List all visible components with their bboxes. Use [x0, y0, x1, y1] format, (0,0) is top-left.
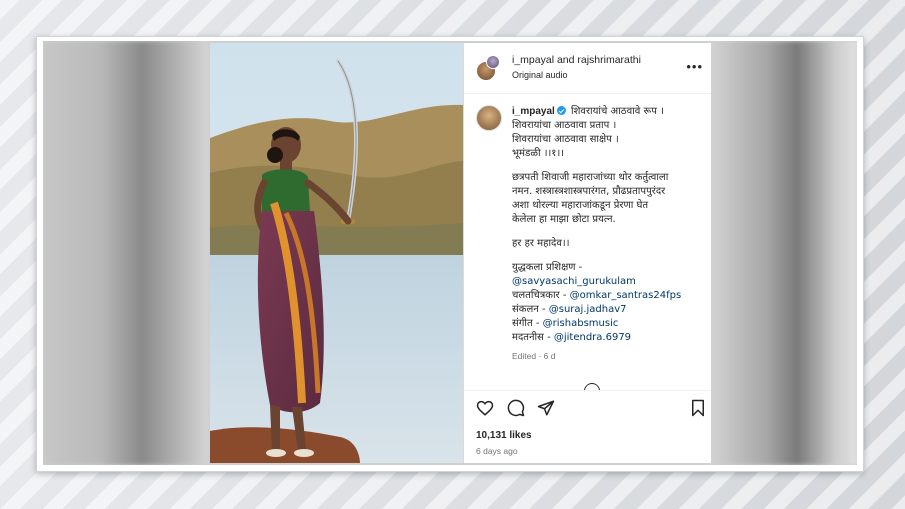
caption-username[interactable]: i_mpayal: [512, 106, 555, 117]
mention-link[interactable]: @jitendra.6979: [554, 332, 631, 343]
likes-count[interactable]: 10,131 likes: [476, 430, 532, 441]
caption-line: नमन. शस्त्रास्त्रशास्त्रपारंगत, प्रौढप्र…: [512, 186, 666, 197]
blurred-left-backdrop: [43, 41, 208, 465]
screenshot-frame: i_mpayal and rajshrimarathi Original aud…: [36, 36, 864, 472]
post-details-pane: i_mpayal and rajshrimarathi Original aud…: [463, 43, 711, 463]
post-caption: i_mpayal शिवरायांचे आठवावे रूप । शिवराया…: [512, 105, 702, 363]
caption-line: भूमंडळी ।।१।।: [512, 148, 565, 159]
credit-label: संकलन -: [512, 304, 549, 315]
audio-label[interactable]: Original audio: [512, 70, 568, 80]
post-authors[interactable]: i_mpayal and rajshrimarathi: [512, 54, 641, 66]
credit-line: संकलन - @suraj.jadhav7: [512, 303, 702, 317]
caption-line: शिवरायांचे आठवावे रूप ।: [571, 106, 664, 117]
avatar[interactable]: [486, 55, 500, 69]
mention-link[interactable]: @omkar_santras24fps: [570, 290, 682, 301]
caption-line: छत्रपती शिवाजी महाराजांच्या थोर कर्तुत्व…: [512, 172, 669, 183]
credit-label: संगीत -: [512, 318, 543, 329]
credit-label: मदतनीस -: [512, 332, 554, 343]
credit-line: @savyasachi_gurukulam: [512, 275, 702, 289]
caption-line: हर हर महादेव।।: [512, 238, 570, 249]
post-header: i_mpayal and rajshrimarathi Original aud…: [464, 43, 711, 94]
caption-line: अशा थोरल्या महाराजांकडून प्रेरणा घेत: [512, 200, 649, 211]
credit-line: चलतचित्रकार - @omkar_santras24fps: [512, 289, 702, 303]
mention-link[interactable]: @savyasachi_gurukulam: [512, 276, 636, 287]
more-horizontal-icon[interactable]: •••: [686, 59, 703, 74]
photo-illustration: [210, 43, 463, 463]
post-photo[interactable]: [210, 43, 463, 463]
mention-link[interactable]: @suraj.jadhav7: [549, 304, 627, 315]
mention-link[interactable]: @rishabsmusic: [543, 318, 619, 329]
blurred-right-backdrop: [707, 41, 857, 465]
heart-icon[interactable]: [476, 399, 494, 417]
credit-label: युद्धकला प्रशिक्षण -: [512, 262, 583, 273]
send-icon[interactable]: [537, 399, 555, 417]
credit-line: मदतनीस - @jitendra.6979: [512, 331, 702, 345]
comment-icon[interactable]: [507, 399, 525, 417]
verified-badge-icon: [556, 106, 566, 115]
post-modal-area: i_mpayal and rajshrimarathi Original aud…: [43, 41, 857, 465]
bookmark-icon[interactable]: [689, 399, 707, 417]
action-bar: [464, 390, 711, 421]
avatar[interactable]: [476, 105, 502, 131]
caption-line: शिवरायांचा आठवावा प्रताप ।: [512, 120, 617, 131]
collab-avatars[interactable]: [476, 55, 500, 81]
post-timestamp: 6 days ago: [476, 446, 518, 456]
credit-line: युद्धकला प्रशिक्षण -: [512, 261, 702, 275]
caption-line: केलेला हा माझा छोटा प्रयत्न.: [512, 214, 616, 225]
edited-timestamp: Edited · 6 d: [512, 351, 556, 361]
credit-line: संगीत - @rishabsmusic: [512, 317, 702, 331]
credit-label: चलतचित्रकार -: [512, 290, 570, 301]
caption-line: शिवरायांचा आठवावा साक्षेप ।: [512, 134, 619, 145]
